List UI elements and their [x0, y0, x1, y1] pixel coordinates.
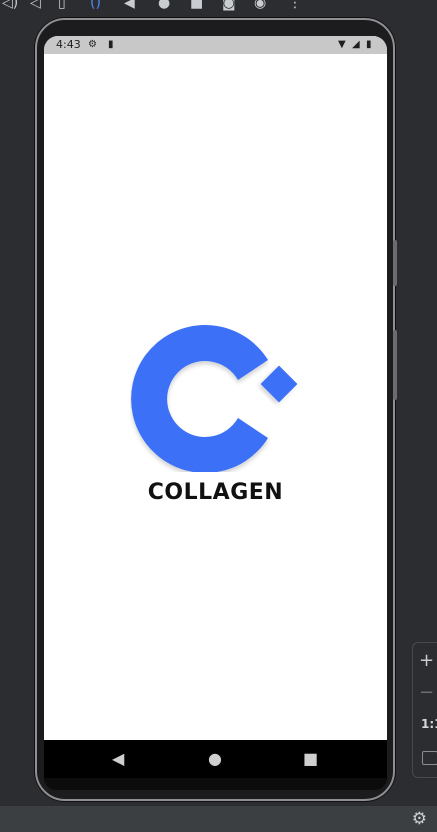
zoom-panel: + − 1:1 [412, 642, 437, 778]
nav-recents-icon[interactable]: ■ [303, 749, 318, 769]
zoom-out-button[interactable]: − [419, 683, 434, 703]
settings-gear-icon[interactable]: ⚙ [412, 810, 427, 828]
wifi-icon: ▼ [338, 39, 346, 50]
volume-down-icon[interactable]: ◁ [30, 0, 41, 10]
status-time: 4:43 [56, 38, 81, 51]
more-icon[interactable]: ⋮ [288, 0, 302, 10]
ide-bottom-bar: ⚙ [0, 806, 437, 832]
phone-chin [44, 778, 387, 790]
nav-home-icon[interactable]: ● [208, 749, 222, 769]
volume-key [393, 240, 397, 286]
rotate-right-icon[interactable]: () [90, 0, 101, 10]
status-bar: 4:43 ⚙ ▮ ▼ ◢ ▮ [44, 36, 387, 54]
device-screen: 4:43 ⚙ ▮ ▼ ◢ ▮ COLLAGEN ◀ ● ■ [44, 36, 387, 778]
power-icon[interactable]: ◉ [254, 0, 266, 10]
app-name-title: COLLAGEN [147, 480, 284, 505]
sd-card-icon: ▮ [108, 39, 114, 50]
battery-icon: ▮ [366, 39, 372, 50]
system-navigation-bar: ◀ ● ■ [44, 740, 387, 778]
emulator-toolbar: ◁) ◁ ▯ () ◀ ● ■ ◙ ◉ ⋮ [0, 0, 437, 14]
zoom-ratio-button[interactable]: 1:1 [421, 717, 437, 731]
camera-icon[interactable]: ◙ [222, 0, 236, 10]
rotate-left-icon[interactable]: ▯ [58, 0, 66, 10]
fit-screen-icon[interactable] [422, 751, 437, 765]
back-triangle-icon[interactable]: ◀ [124, 0, 135, 10]
collagen-logo-icon [131, 325, 298, 472]
power-key [393, 330, 397, 400]
home-dot-icon[interactable]: ● [158, 0, 170, 10]
overview-square-icon[interactable]: ■ [190, 0, 203, 10]
zoom-in-button[interactable]: + [419, 651, 434, 671]
signal-icon: ◢ [352, 39, 360, 50]
volume-up-icon[interactable]: ◁) [2, 0, 18, 10]
nav-back-icon[interactable]: ◀ [112, 749, 124, 769]
settings-gear-icon: ⚙ [88, 39, 97, 50]
